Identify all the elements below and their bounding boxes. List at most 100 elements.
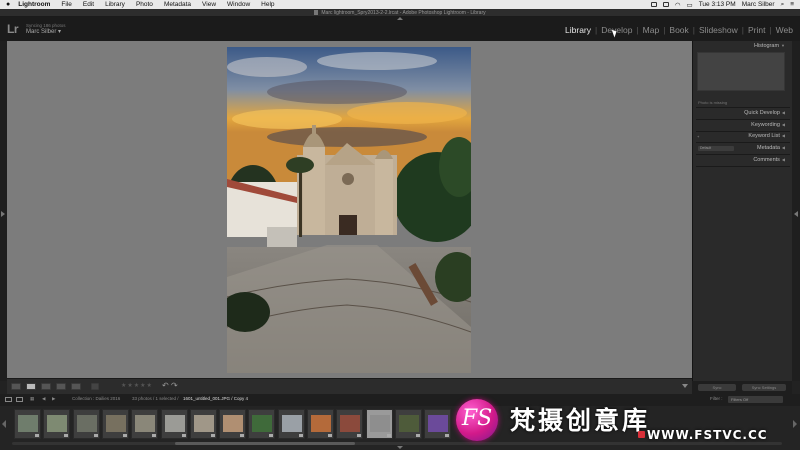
sync-button-bar: Sync Sync Settings [692,381,792,394]
module-picker: Library | Develop | Map | Book | Slidesh… [562,25,796,35]
quick-develop-panel-header[interactable]: Quick Develop ◀ [744,110,785,116]
rotate-right-icon[interactable]: ↷ [171,381,178,390]
back-arrow-icon[interactable]: ◀ [42,396,45,402]
comments-panel-header[interactable]: Comments ◀ [753,157,785,163]
menubar-clock[interactable]: Tue 3:13 PM [699,1,736,8]
thumbnail-image [428,415,449,432]
thumbnail-image [223,415,244,432]
filmstrip-thumbnail[interactable] [365,409,393,439]
status-item-icon[interactable] [650,2,657,7]
wifi-icon[interactable]: ◠ [675,1,681,9]
filmstrip-thumbnail[interactable] [248,409,276,439]
keyword-list-panel-header[interactable]: Keyword List ◀ [748,133,785,139]
status-item-icon[interactable] [662,2,669,7]
bottom-panel-toggle-icon[interactable] [397,446,403,449]
grid-view-button[interactable] [11,383,21,390]
sync-button[interactable]: Sync [698,384,736,391]
filmstrip-thumbnail[interactable] [160,409,188,439]
module-web[interactable]: Web [773,25,796,35]
mission-photo-image [227,47,471,373]
filmstrip-thumbnail[interactable] [101,409,129,439]
filmstrip-thumbnail[interactable] [14,409,41,439]
filmstrip-thumbnail[interactable] [394,409,422,439]
filmstrip-thumbnail[interactable] [43,409,71,439]
filmstrip-thumbnail[interactable] [277,409,305,439]
survey-view-button[interactable] [56,383,66,390]
photo-missing-label: Photo is missing [698,100,728,105]
menu-window[interactable]: Window [227,1,250,8]
module-map[interactable]: Map [640,25,663,35]
menu-edit[interactable]: Edit [83,1,94,8]
menu-view[interactable]: View [202,1,216,8]
filmstrip-thumbnail[interactable] [189,409,217,439]
module-print[interactable]: Print [745,25,768,35]
apple-icon[interactable]: ● [6,1,10,8]
filmstrip-thumbnail[interactable] [336,409,364,439]
painter-icon[interactable] [91,383,99,390]
sync-settings-button[interactable]: Sync Settings [742,384,786,391]
people-view-button[interactable] [71,383,81,390]
thumbnail-badge-icon [240,434,245,437]
thumbnail-image [252,415,273,432]
expand-left-panel-icon[interactable] [1,211,5,217]
metadata-panel-header[interactable]: Metadata ◀ [757,145,785,151]
forward-arrow-icon[interactable]: ▶ [52,396,55,402]
thumbnail-badge-icon [269,434,274,437]
keywording-label: Keywording [751,122,780,128]
menu-photo[interactable]: Photo [136,1,153,8]
toolbar-options-icon[interactable] [682,384,688,388]
menu-help[interactable]: Help [261,1,274,8]
right-panel-edge[interactable] [792,41,800,381]
window-title: Marc lightroom_Spry2013-2-2.lrcat - Adob… [321,10,486,16]
top-panel-toggle-icon[interactable] [397,17,403,20]
main-window-icon[interactable] [5,397,12,402]
second-window-icon[interactable] [16,397,23,402]
star-rating[interactable]: ★★★★★ [121,382,153,389]
filmstrip-thumbnail[interactable] [307,409,334,439]
module-bar: Lr Syncing 186 photos Marc Silber ▾ Libr… [0,17,800,41]
loupe-view-button[interactable] [26,383,36,390]
thumbnail-image [164,415,185,432]
add-keyword-icon[interactable]: + [697,134,699,139]
menu-app-name[interactable]: Lightroom [18,1,50,8]
search-icon[interactable]: ⌕ [781,1,785,9]
grid-icon[interactable]: ▦ [30,396,34,402]
battery-icon[interactable]: ▭ [687,1,693,9]
main-photo[interactable] [227,47,471,373]
identity-plate[interactable]: Syncing 186 photos Marc Silber ▾ [26,22,66,36]
filmstrip-thumbnail[interactable] [72,409,100,439]
thumbnail-image [135,415,156,432]
library-toolbar: ★★★★★ ↶ ↷ [7,378,692,394]
mac-menu-bar: ● Lightroom File Edit Library Photo Meta… [0,0,800,9]
source-collection[interactable]: Collection : Dailies 2016 [72,396,120,401]
filmstrip-thumbnail[interactable] [219,409,247,439]
filmstrip-scrollbar-thumb[interactable] [175,442,355,445]
filmstrip-thumbnail[interactable] [424,409,452,439]
filmstrip-scroll-left-icon[interactable] [2,420,6,428]
filmstrip-thumbnail[interactable] [131,409,159,439]
thumbnail-badge-icon [328,434,332,437]
menu-library[interactable]: Library [105,1,125,8]
module-library[interactable]: Library [562,25,594,35]
histogram-panel-header[interactable]: Histogram ▼ [754,43,785,49]
notification-icon[interactable]: ≡ [790,1,794,8]
menubar-user[interactable]: Marc Silber [742,1,775,8]
menu-file[interactable]: File [61,1,71,8]
thumbnail-image [281,415,302,432]
menu-metadata[interactable]: Metadata [164,1,191,8]
watermark-logo-text: FS [461,406,493,431]
collapse-right-panel-icon[interactable] [794,211,798,217]
keywording-panel-header[interactable]: Keywording ◀ [751,122,785,128]
module-slideshow[interactable]: Slideshow [696,25,741,35]
rotate-left-icon[interactable]: ↶ [162,381,169,390]
panel-divider [696,154,790,155]
window-titlebar: Marc lightroom_Spry2013-2-2.lrcat - Adob… [0,9,800,17]
panel-divider [696,119,790,120]
loupe-view[interactable] [7,41,692,378]
compare-view-button[interactable] [41,383,51,390]
left-panel-collapsed[interactable] [0,41,7,381]
metadata-preset-select[interactable]: Default [698,146,734,151]
module-book[interactable]: Book [666,25,691,35]
identity-user-name[interactable]: Marc Silber ▾ [26,29,66,36]
expand-triangle-icon: ◀ [781,145,785,150]
